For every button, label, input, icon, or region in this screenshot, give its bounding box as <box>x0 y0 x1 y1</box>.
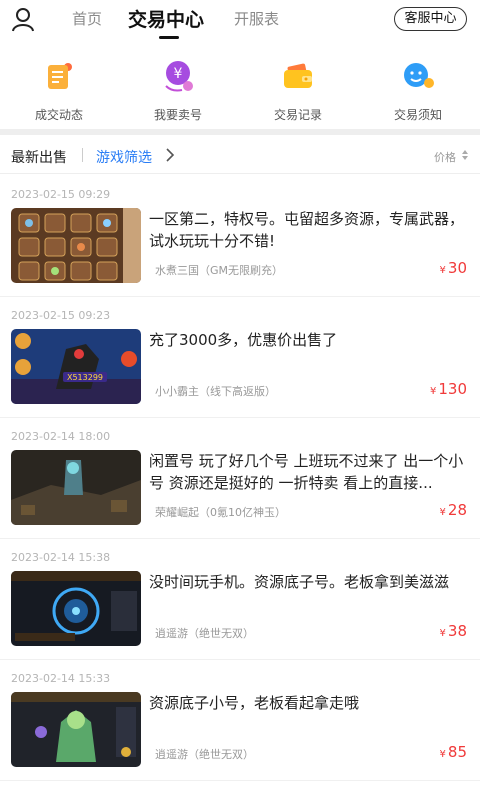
quicknav-sell-label: 我要卖号 <box>153 108 202 122</box>
filter-bar: 最新出售 游戏筛选 价格 <box>0 136 480 174</box>
price-value: 85 <box>447 743 467 761</box>
listing-title: 闲置号 玩了好几个号 上班玩不过来了 出一个小号 资源还是挺好的 一折特卖 看上… <box>149 452 464 492</box>
listing-game: 逍遥游（绝世无双） <box>155 748 254 761</box>
listing-date: 2023-02-14 18:00 <box>11 430 111 443</box>
price-value: 38 <box>447 622 467 640</box>
top-header: 首页 交易中心 开服表 客服中心 <box>0 0 480 44</box>
tab-home[interactable]: 首页 <box>72 8 102 29</box>
listing-item[interactable]: 2023-02-15 09:23 X513299 充了3000多，优惠价出售了 … <box>0 297 480 418</box>
quicknav-deals[interactable]: 成交动态 <box>9 48 109 128</box>
quicknav-sell[interactable]: ¥ 我要卖号 <box>128 48 228 128</box>
quicknav-notice-label: 交易须知 <box>393 108 442 122</box>
listing-date: 2023-02-15 09:23 <box>11 309 111 322</box>
listing-title: 一区第二，特权号。屯留超多资源，专属武器，试水玩玩十分不错! <box>149 210 465 250</box>
sort-arrows-icon[interactable] <box>461 149 469 161</box>
listing-item[interactable]: 2023-02-14 15:33 资源底子小号，老板看起拿走哦 逍遥游（绝世无双… <box>0 660 480 781</box>
listing-game: 小小霸主（线下高返版） <box>155 385 276 398</box>
game-filter-button[interactable]: 游戏筛选 <box>96 147 152 167</box>
currency-symbol: ¥ <box>439 265 446 276</box>
listing-price: ¥28 <box>440 501 467 519</box>
listing-thumbnail[interactable]: X513299 <box>11 329 141 404</box>
svg-text:X513299: X513299 <box>67 373 103 382</box>
customer-service-button[interactable]: 客服中心 <box>394 7 467 31</box>
listing-price: ¥38 <box>440 622 467 640</box>
quicknav-records-label: 交易记录 <box>273 108 322 122</box>
listing-title: 充了3000多，优惠价出售了 <box>149 331 338 349</box>
listing-game: 逍遥游（绝世无双） <box>155 627 254 640</box>
listing-price: ¥85 <box>440 743 467 761</box>
notice-icon <box>404 63 434 88</box>
listing-item[interactable]: 2023-02-14 18:00 闲置号 玩了好几个号 上班玩不过来了 出一个小… <box>0 418 480 539</box>
listing-date: 2023-02-15 09:29 <box>11 188 111 201</box>
price-value: 130 <box>438 380 467 398</box>
wallet-icon <box>284 63 312 88</box>
listing-game: 荣耀崛起（0氪10亿神玉） <box>155 506 286 519</box>
quick-nav: 成交动态 ¥ 我要卖号 交易记录 交易须知 <box>0 48 480 128</box>
price-value: 30 <box>447 259 467 277</box>
deals-icon <box>48 63 72 89</box>
listing-thumbnail[interactable] <box>11 692 141 767</box>
currency-symbol: ¥ <box>429 386 437 397</box>
section-divider <box>0 129 480 135</box>
listing-price: ¥30 <box>440 259 467 277</box>
chevron-right-icon[interactable] <box>163 148 177 162</box>
listing-price: ¥130 <box>430 380 467 398</box>
tab-server-schedule[interactable]: 开服表 <box>234 8 279 29</box>
listing-thumbnail[interactable] <box>11 450 141 525</box>
price-sort-button[interactable]: 价格 <box>434 149 456 165</box>
price-value: 28 <box>447 501 467 519</box>
quicknav-records[interactable]: 交易记录 <box>248 48 348 128</box>
user-profile-icon[interactable] <box>10 6 36 32</box>
listing-game: 水煮三国（GM无限刷充） <box>155 264 284 277</box>
listing-title: 资源底子小号，老板看起拿走哦 <box>149 694 360 712</box>
listing-date: 2023-02-14 15:38 <box>11 551 111 564</box>
listing-title: 没时间玩手机。资源底子号。老板拿到美滋滋 <box>149 573 450 591</box>
quicknav-notice[interactable]: 交易须知 <box>368 48 468 128</box>
currency-symbol: ¥ <box>439 749 446 760</box>
filter-separator <box>82 148 83 162</box>
active-tab-indicator <box>159 36 179 39</box>
sell-icon: ¥ <box>165 61 193 92</box>
quicknav-deals-label: 成交动态 <box>34 108 83 122</box>
svg-text:¥: ¥ <box>174 66 183 82</box>
listing-thumbnail[interactable] <box>11 571 141 646</box>
currency-symbol: ¥ <box>439 507 446 518</box>
listing-thumbnail[interactable] <box>11 208 141 283</box>
currency-symbol: ¥ <box>439 628 446 639</box>
tab-trade-center[interactable]: 交易中心 <box>128 5 204 32</box>
latest-sale-tab[interactable]: 最新出售 <box>11 147 67 167</box>
listing-item[interactable]: 2023-02-14 15:38 没时间玩手机。资源底子号。老板拿到美滋滋 逍遥… <box>0 539 480 660</box>
listing-date: 2023-02-14 15:33 <box>11 672 111 685</box>
listing-item[interactable]: 2023-02-15 09:29 一区第二，特权号。屯留超多资源，专属武器，试水… <box>0 176 480 297</box>
